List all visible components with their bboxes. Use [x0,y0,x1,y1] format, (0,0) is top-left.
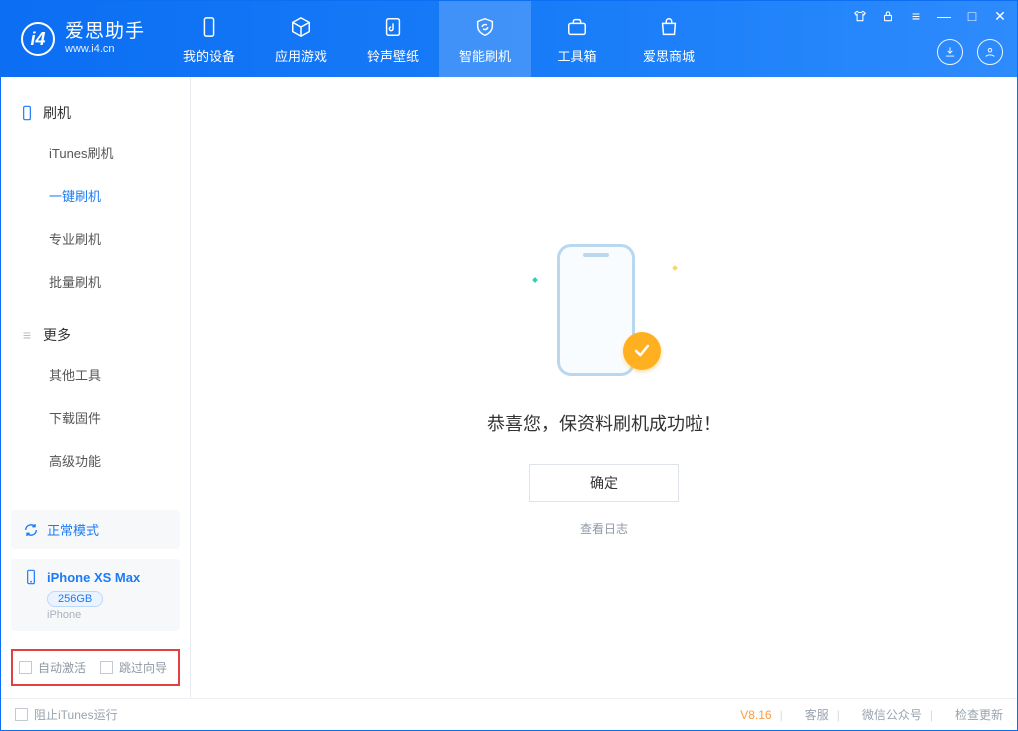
tab-label: 爱思商城 [643,46,695,65]
support-link[interactable]: 客服 [805,706,829,723]
device-name: iPhone XS Max [47,570,140,585]
tab-label: 智能刷机 [459,46,511,65]
checkbox-box [15,708,28,721]
refresh-shield-icon [472,14,498,40]
bottom-options-highlight: 自动激活 跳过向导 [11,649,180,686]
body: 刷机 iTunes刷机 一键刷机 专业刷机 批量刷机 ≡ 更多 其他工具 下载固… [1,77,1017,698]
mode-card[interactable]: 正常模式 [11,510,180,549]
sidebar-item-other-tools[interactable]: 其他工具 [1,353,190,396]
ok-button[interactable]: 确定 [529,464,679,502]
app-window: i4 爱思助手 www.i4.cn 我的设备 应用游戏 铃声壁纸 智能刷机 [0,0,1018,731]
tab-store[interactable]: 爱思商城 [623,1,715,77]
success-illustration [539,238,669,388]
user-button[interactable] [977,39,1003,65]
header-right-icons [937,39,1003,65]
device-icon [23,569,39,585]
tab-flash[interactable]: 智能刷机 [439,1,531,77]
top-tabs: 我的设备 应用游戏 铃声壁纸 智能刷机 工具箱 爱思商城 [163,1,715,77]
menu-icon[interactable]: ≡ [907,7,925,25]
device-type: iPhone [47,609,168,621]
section-label: 更多 [43,325,71,345]
maximize-button[interactable]: □ [963,7,981,25]
version-label: V8.16 [740,708,771,722]
view-log-link[interactable]: 查看日志 [580,520,628,537]
checkbox-box [19,661,32,674]
checkbox-label: 自动激活 [38,659,86,676]
tab-ringtone[interactable]: 铃声壁纸 [347,1,439,77]
sidebar-item-firmware[interactable]: 下载固件 [1,396,190,439]
check-badge-icon [623,332,661,370]
checkbox-label: 跳过向导 [119,659,167,676]
close-button[interactable]: ✕ [991,7,1009,25]
main-content: 恭喜您，保资料刷机成功啦！ 确定 查看日志 [191,77,1017,698]
checkbox-box [100,661,113,674]
mode-label: 正常模式 [47,520,99,539]
footer: 阻止iTunes运行 V8.16 | 客服 | 微信公众号 | 检查更新 [1,698,1017,730]
window-controls: ≡ — □ ✕ [851,7,1009,25]
sidebar-item-batch-flash[interactable]: 批量刷机 [1,260,190,303]
logo: i4 爱思助手 www.i4.cn [1,1,163,77]
tab-apps[interactable]: 应用游戏 [255,1,347,77]
tab-label: 我的设备 [183,46,235,65]
toolbox-icon [564,14,590,40]
sidebar-section-more: ≡ 更多 [1,317,190,353]
bag-icon [656,14,682,40]
device-icon [196,14,222,40]
tshirt-icon[interactable] [851,7,869,25]
section-label: 刷机 [43,103,71,123]
success-message: 恭喜您，保资料刷机成功啦！ [487,410,721,436]
app-name-cn: 爱思助手 [65,22,145,43]
tab-label: 应用游戏 [275,46,327,65]
tab-label: 工具箱 [558,46,597,65]
cube-icon [288,14,314,40]
music-file-icon [380,14,406,40]
sidebar-item-itunes-flash[interactable]: iTunes刷机 [1,131,190,174]
tab-label: 铃声壁纸 [367,46,419,65]
sidebar-item-advanced[interactable]: 高级功能 [1,439,190,482]
list-icon: ≡ [19,327,35,343]
block-itunes-checkbox[interactable]: 阻止iTunes运行 [15,706,118,723]
app-name-en: www.i4.cn [65,43,145,56]
checkbox-label: 阻止iTunes运行 [34,706,118,723]
sidebar: 刷机 iTunes刷机 一键刷机 专业刷机 批量刷机 ≡ 更多 其他工具 下载固… [1,77,191,698]
tab-toolbox[interactable]: 工具箱 [531,1,623,77]
logo-icon: i4 [21,22,55,56]
device-card[interactable]: iPhone XS Max 256GB iPhone [11,559,180,631]
minimize-button[interactable]: — [935,7,953,25]
skip-guide-checkbox[interactable]: 跳过向导 [100,659,167,676]
sidebar-item-oneclick-flash[interactable]: 一键刷机 [1,174,190,217]
sidebar-item-pro-flash[interactable]: 专业刷机 [1,217,190,260]
auto-activate-checkbox[interactable]: 自动激活 [19,659,86,676]
wechat-link[interactable]: 微信公众号 [862,706,922,723]
check-update-link[interactable]: 检查更新 [955,706,1003,723]
sync-icon [23,522,39,538]
phone-icon [19,105,35,121]
header: i4 爱思助手 www.i4.cn 我的设备 应用游戏 铃声壁纸 智能刷机 [1,1,1017,77]
lock-icon[interactable] [879,7,897,25]
device-capacity: 256GB [47,591,103,607]
tab-my-device[interactable]: 我的设备 [163,1,255,77]
sidebar-section-flash: 刷机 [1,95,190,131]
download-button[interactable] [937,39,963,65]
